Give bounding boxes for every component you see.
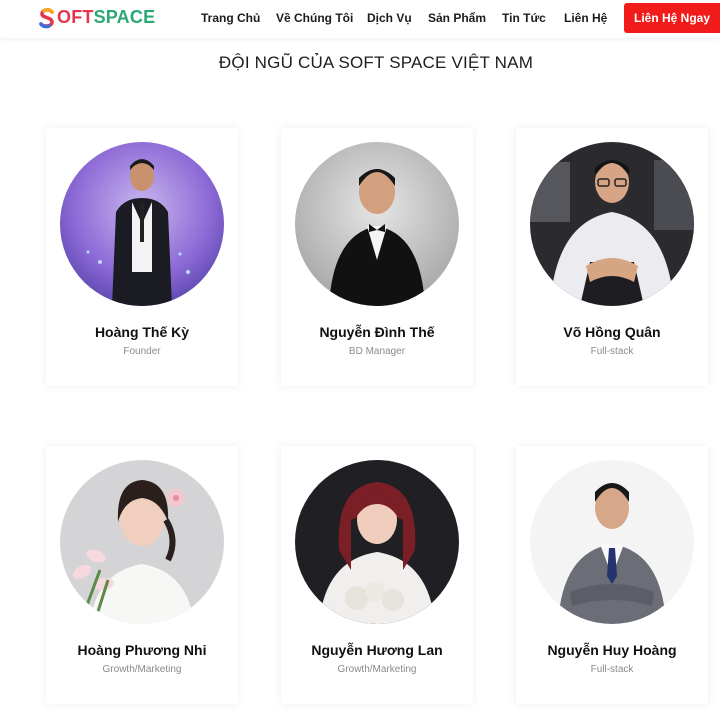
member-photo [530, 460, 694, 624]
member-photo [295, 460, 459, 624]
logo-wordmark: OFT SPACE [38, 7, 155, 29]
site-header: OFT SPACE Trang Chủ Về Chúng Tôi Dịch Vụ … [0, 0, 720, 38]
team-card: Võ Hồng Quân Full-stack [516, 128, 708, 386]
avatar [295, 142, 459, 306]
team-card: Nguyễn Đình Thế BD Manager [281, 128, 473, 386]
team-card: Nguyễn Hương Lan Growth/Marketing [281, 446, 473, 704]
member-name: Hoàng Phương Nhi [77, 642, 207, 658]
member-role: Growth/Marketing [102, 664, 182, 675]
member-photo [60, 142, 224, 306]
team-card: Hoàng Thế Kỳ Founder [46, 128, 238, 386]
team-card: Hoàng Phương Nhi Growth/Marketing [46, 446, 238, 704]
member-name: Nguyễn Huy Hoàng [547, 642, 677, 658]
logo-s-icon [39, 7, 54, 29]
logo-part-oft: OFT [57, 7, 94, 27]
avatar [60, 142, 224, 306]
nav-dich-vu[interactable]: Dịch Vụ [367, 11, 412, 25]
contact-now-button[interactable]: Liên Hệ Ngay [624, 3, 720, 33]
member-role: Full-stack [590, 664, 634, 675]
avatar [60, 460, 224, 624]
member-name: Võ Hồng Quân [563, 324, 661, 340]
member-photo [60, 460, 224, 624]
member-name: Hoàng Thế Kỳ [94, 324, 190, 340]
nav-tin-tuc[interactable]: Tin Tức [502, 11, 546, 25]
member-role: BD Manager [348, 346, 406, 357]
member-role: Growth/Marketing [337, 664, 417, 675]
member-photo [530, 142, 694, 306]
logo-part-space: SPACE [93, 7, 156, 27]
avatar [295, 460, 459, 624]
member-role: Founder [123, 346, 161, 357]
member-role: Full-stack [590, 346, 634, 357]
member-name: Nguyễn Hương Lan [311, 642, 443, 658]
softspace-logo[interactable]: OFT SPACE [38, 6, 155, 30]
avatar [530, 142, 694, 306]
nav-trang-chu[interactable]: Trang Chủ [201, 11, 260, 25]
member-photo [295, 142, 459, 306]
avatar [530, 460, 694, 624]
nav-ve-chung-toi[interactable]: Về Chúng Tôi [276, 11, 353, 25]
nav-lien-he[interactable]: Liên Hệ [564, 11, 607, 25]
team-section-title: ĐỘI NGŨ CỦA SOFT SPACE VIỆT NAM [218, 53, 534, 72]
nav-san-pham[interactable]: Sản Phẩm [428, 11, 486, 25]
member-name: Nguyễn Đình Thế [319, 324, 435, 340]
team-card: Nguyễn Huy Hoàng Full-stack [516, 446, 708, 704]
